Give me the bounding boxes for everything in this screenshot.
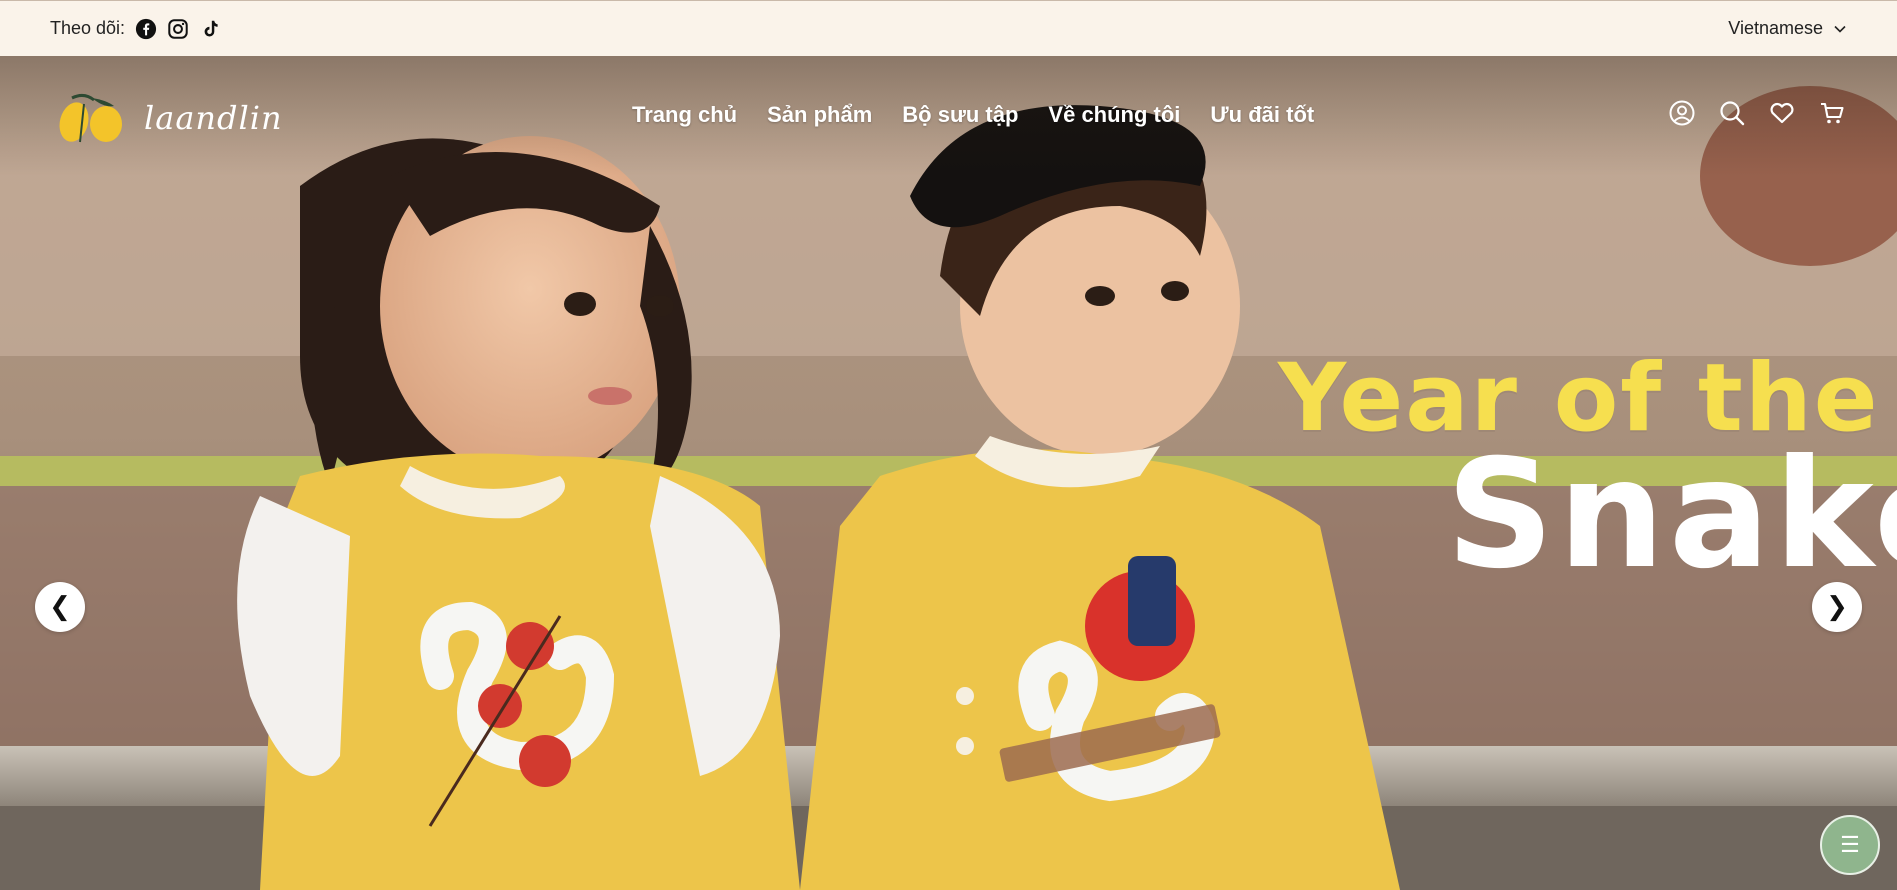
nav-item-collections[interactable]: Bộ sưu tập [902, 102, 1018, 128]
follow-group: Theo dõi: [50, 18, 221, 40]
chevron-left-icon: ❮ [49, 592, 71, 622]
nav-item-about[interactable]: Về chúng tôi [1048, 102, 1180, 128]
nav-item-products[interactable]: Sản phẩm [767, 102, 872, 128]
chevron-down-icon [1834, 25, 1846, 33]
nav-item-home[interactable]: Trang chủ [632, 102, 737, 128]
follow-label: Theo dõi: [50, 18, 126, 38]
language-selector[interactable]: Vietnamese [1728, 18, 1847, 39]
lemon-logo-icon [59, 93, 122, 143]
tiktok-icon[interactable] [199, 18, 221, 40]
account-icon[interactable] [1669, 100, 1695, 126]
site-header: laandlin Trang chủ Sản phẩm Bộ sưu tập V… [0, 56, 1897, 176]
instagram-icon[interactable] [167, 18, 189, 40]
next-slide-button[interactable]: ❯ [1812, 582, 1862, 632]
facebook-icon[interactable] [135, 18, 157, 40]
menu-icon: ☰ [1840, 832, 1860, 857]
language-label: Vietnamese [1728, 18, 1823, 38]
nav-item-deals[interactable]: Ưu đãi tốt [1210, 102, 1314, 128]
search-icon[interactable] [1719, 100, 1745, 126]
prev-slide-button[interactable]: ❮ [35, 582, 85, 632]
wishlist-icon[interactable] [1769, 100, 1795, 126]
header-actions [1669, 100, 1845, 126]
logo[interactable]: laandlin [54, 90, 283, 146]
hero-headline: Year of the Snake [1278, 352, 1897, 602]
floating-menu-button[interactable]: ☰ [1820, 815, 1880, 875]
headline-line-2: Snake [1446, 428, 1897, 602]
top-bar: Theo dõi: Vietnamese [0, 0, 1897, 56]
chevron-right-icon: ❯ [1826, 592, 1848, 622]
cart-icon[interactable] [1819, 100, 1845, 126]
main-nav: Trang chủ Sản phẩm Bộ sưu tập Về chúng t… [632, 102, 1314, 128]
logo-text: laandlin [144, 99, 283, 137]
